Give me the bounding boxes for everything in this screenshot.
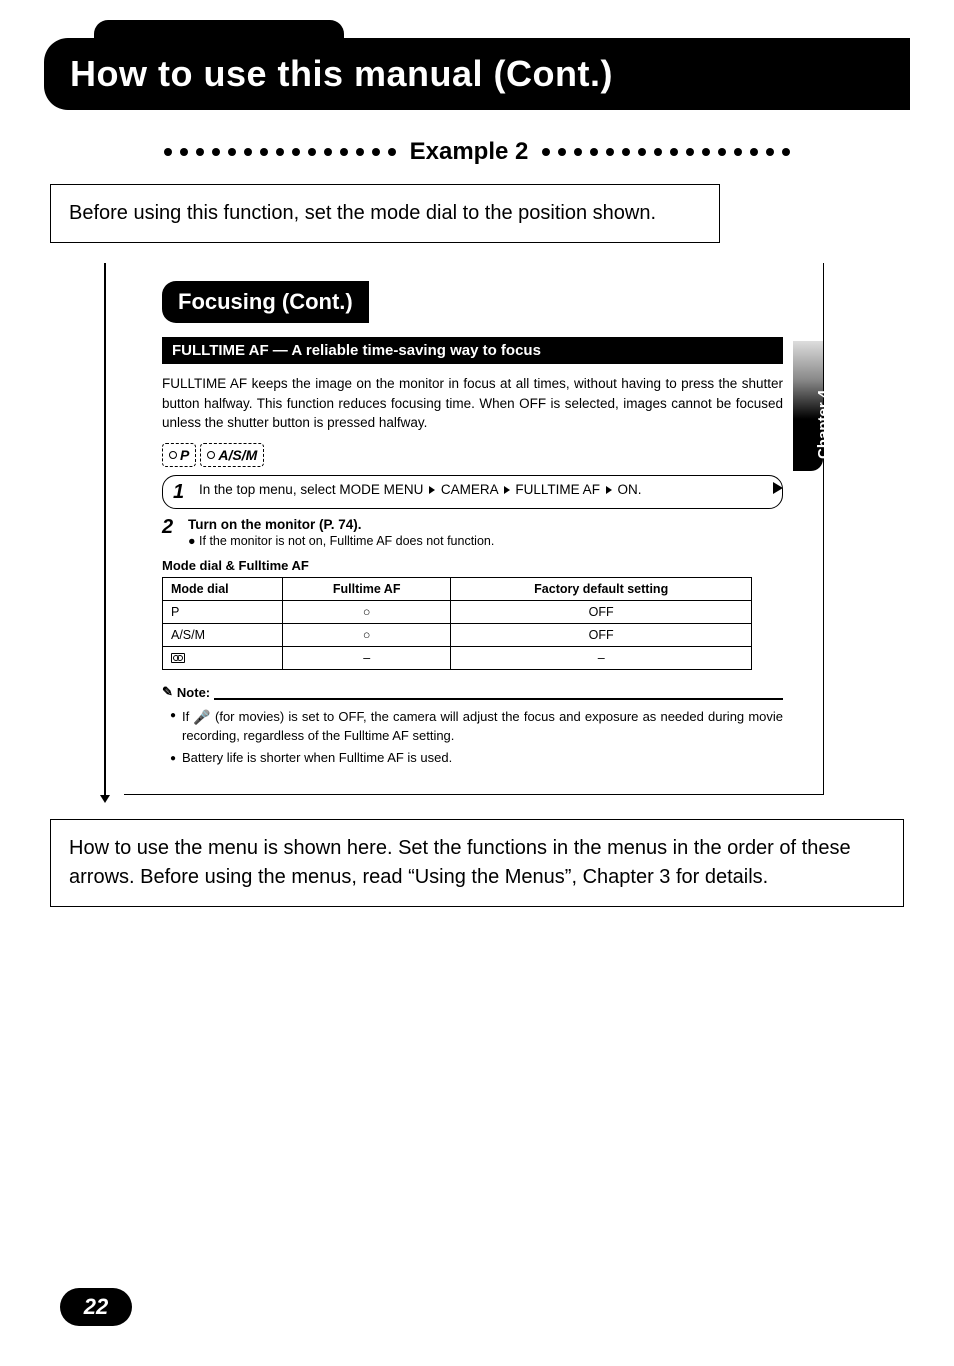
page-header: How to use this manual (Cont.) [44, 20, 910, 110]
arrow-icon [504, 486, 510, 494]
chapter-tab: Chapter 4 [793, 341, 823, 471]
mode-icon-p: P [162, 443, 196, 467]
microphone-icon: 🎤 [193, 707, 210, 727]
arrow-icon [429, 486, 435, 494]
note-item: Battery life is shorter when Fulltime AF… [170, 749, 783, 768]
note1-a: If [182, 709, 193, 724]
step1-seg-b: CAMERA [441, 482, 498, 497]
embedded-manual-page: Focusing (Cont.) Chapter 4 FULLTIME AF —… [124, 263, 824, 795]
page-number-badge: 22 [60, 1288, 132, 1326]
dots-left [164, 148, 396, 156]
step-2-sub-text: If the monitor is not on, Fulltime AF do… [199, 534, 494, 548]
header-tab-decor [94, 20, 344, 38]
callout-bottom: How to use the menu is shown here. Set t… [50, 819, 904, 907]
page-title: How to use this manual (Cont.) [70, 53, 613, 95]
step1-seg-d: ON. [617, 482, 641, 497]
th-mode: Mode dial [163, 577, 283, 600]
example-label: Example 2 [402, 138, 537, 166]
mode-fulltime-table: Mode dial Fulltime AF Factory default se… [162, 577, 752, 670]
callout-connector [104, 263, 106, 795]
cell: ○ [283, 623, 451, 646]
pencil-icon: ✎ [162, 684, 173, 700]
arrow-icon [773, 482, 783, 494]
mode-dial-icons: P A/S/M [162, 443, 783, 467]
step-1: 1 In the top menu, select MODE MENU CAME… [162, 475, 783, 509]
step1-seg-c: FULLTIME AF [515, 482, 600, 497]
fulltime-af-title: FULLTIME AF — A reliable time-saving way… [162, 337, 783, 364]
note-list: If 🎤 (for movies) is set to OFF, the cam… [170, 706, 783, 769]
note1-b: (for movies) is set to OFF, the camera w… [182, 709, 783, 743]
step-number-2: 2 [162, 517, 180, 548]
dots-right [542, 148, 790, 156]
step-2-title: Turn on the monitor (P. 74). [188, 517, 783, 532]
header-bar: How to use this manual (Cont.) [44, 38, 910, 110]
chapter-tab-label: Chapter 4 [815, 390, 832, 459]
table-row: P ○ OFF [163, 600, 752, 623]
note-label: Note: [177, 685, 210, 700]
cell: OFF [451, 600, 752, 623]
cell: – [451, 646, 752, 669]
step-2: 2 Turn on the monitor (P. 74). ● If the … [162, 517, 783, 548]
fulltime-af-description: FULLTIME AF keeps the image on the monit… [162, 374, 783, 433]
movie-icon [171, 653, 185, 663]
cell: A/S/M [163, 623, 283, 646]
table-row: – – [163, 646, 752, 669]
cell: – [283, 646, 451, 669]
step1-seg-a: In the top menu, select MODE MENU [199, 482, 423, 497]
table-caption: Mode dial & Fulltime AF [162, 558, 783, 573]
cell-movie-icon [163, 646, 283, 669]
step-1-text: In the top menu, select MODE MENU CAMERA… [199, 482, 772, 502]
callout-top: Before using this function, set the mode… [50, 184, 720, 243]
cell: P [163, 600, 283, 623]
mode-icon-p-label: P [180, 447, 189, 463]
example-heading-row: Example 2 [44, 138, 910, 166]
th-default: Factory default setting [451, 577, 752, 600]
th-fulltime: Fulltime AF [283, 577, 451, 600]
note-heading: ✎ Note: [162, 684, 783, 700]
mode-icon-asm: A/S/M [200, 443, 264, 467]
cell: ○ [283, 600, 451, 623]
mode-icon-asm-label: A/S/M [218, 447, 257, 463]
arrow-icon [606, 486, 612, 494]
cell: OFF [451, 623, 752, 646]
note-item: If 🎤 (for movies) is set to OFF, the cam… [170, 706, 783, 746]
step-number-1: 1 [173, 482, 191, 502]
note-rule [214, 690, 783, 700]
table-row: A/S/M ○ OFF [163, 623, 752, 646]
step-2-sub: ● If the monitor is not on, Fulltime AF … [188, 534, 783, 548]
section-title: Focusing (Cont.) [162, 281, 369, 323]
